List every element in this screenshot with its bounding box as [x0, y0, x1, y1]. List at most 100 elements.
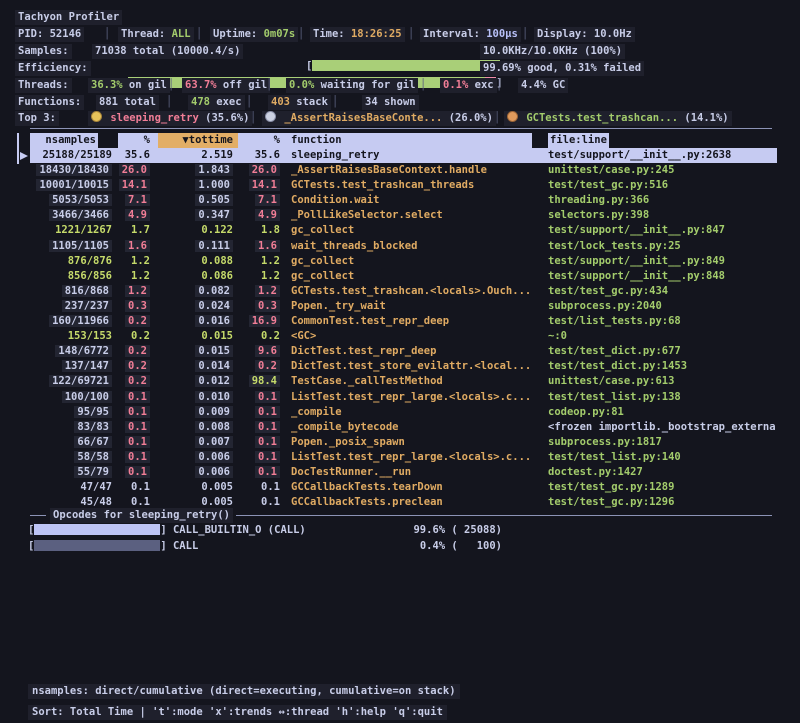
- cell-value: test/test_gc.py:434: [548, 285, 668, 297]
- top3-item: sleeping_retry (35.6%): [88, 111, 252, 126]
- cell-value: 0.505: [195, 194, 233, 206]
- table-row[interactable]: 137/1470.20.0140.2DictTest.test_store_ev…: [30, 359, 800, 374]
- cell-value: 45/48: [80, 496, 112, 508]
- opcode-pct: 99.6% ( 25088): [380, 523, 502, 538]
- medal-silver-icon: [265, 111, 276, 122]
- cell-value: unittest/case.py:245: [548, 164, 674, 176]
- status-uptime: Uptime: 0m07s: [210, 27, 298, 42]
- table-row[interactable]: 18430/1843026.01.84326.0_AssertRaisesBas…: [30, 163, 800, 178]
- cell-value: gc_collect: [291, 224, 354, 236]
- efficiency-line: Efficiency: [] 99.69% good, 0.31% failed: [0, 61, 800, 76]
- cell-value: 0.006: [195, 451, 233, 463]
- table-row[interactable]: 237/2370.30.0240.3Popen._try_waitsubproc…: [30, 299, 800, 314]
- column-nsamples[interactable]: nsamples: [30, 133, 98, 148]
- table-row[interactable]: 122/697210.20.01298.4TestCase._callTestM…: [30, 374, 800, 389]
- cell-value: 0.005: [201, 481, 233, 493]
- cell-value: 856/856: [68, 270, 112, 282]
- table-row[interactable]: 55/790.10.0060.1DocTestRunner.__rundocte…: [30, 465, 800, 480]
- cell-value: sleeping_retry: [291, 149, 380, 161]
- table-row[interactable]: 148/67720.20.0159.6DictTest.test_repr_de…: [30, 344, 800, 359]
- cell-value: 0.1: [125, 436, 150, 448]
- table-row[interactable]: 47/470.10.0050.1GCCallbackTests.tearDown…: [30, 480, 800, 495]
- cell-value: 0.010: [195, 391, 233, 403]
- top3-item: _AssertRaisesBaseConte... (26.0%): [262, 111, 496, 126]
- table-row[interactable]: 1221/12671.70.1221.8gc_collecttest/suppo…: [30, 223, 800, 238]
- cell-value: 0.012: [195, 375, 233, 387]
- cell-value: 0.1: [131, 496, 150, 508]
- footer-keybindings: Sort: Total Time | 't':mode 'x':trends ↔…: [28, 705, 447, 720]
- cell-value: <frozen importlib._bootstrap_externa: [548, 421, 776, 433]
- separator: │: [168, 78, 174, 93]
- cell-value: 66/67: [74, 436, 112, 448]
- functions-label: Functions:: [15, 95, 84, 110]
- cell-value: GCTests.test_trashcan.<locals>.Ouch...: [291, 285, 531, 297]
- separator: │: [196, 27, 202, 42]
- table-row[interactable]: 10001/1001514.11.00014.1GCTests.test_tra…: [30, 178, 800, 193]
- separator: │: [104, 27, 110, 42]
- table-row[interactable]: 160/119660.20.01616.9CommonTest.test_rep…: [30, 314, 800, 329]
- selected-row-arrow-icon: [20, 152, 28, 160]
- cell-value: 0.016: [195, 315, 233, 327]
- table-row[interactable]: 3466/34664.90.3474.9_PollLikeSelector.se…: [30, 208, 800, 223]
- table-row[interactable]: 1105/11051.60.1111.6wait_threads_blocked…: [30, 239, 800, 254]
- opcodes-divider-left: [30, 515, 46, 516]
- cell-value: Popen._posix_spawn: [291, 436, 405, 448]
- cell-value: 18430/18430: [36, 164, 112, 176]
- cell-value: 16.9: [249, 315, 280, 327]
- cell-value: 0.015: [195, 345, 233, 357]
- table-row[interactable]: 58/580.10.0060.1ListTest.test_repr_large…: [30, 450, 800, 465]
- table-row[interactable]: 816/8681.20.0821.2GCTests.test_trashcan.…: [30, 284, 800, 299]
- table-row[interactable]: 876/8761.20.0881.2gc_collecttest/support…: [30, 254, 800, 269]
- cell-value: 1.2: [131, 255, 150, 267]
- table-row[interactable]: 95/950.10.0090.1_compilecodeop.py:81: [30, 405, 800, 420]
- table-row[interactable]: 5053/50537.10.5057.1Condition.waitthread…: [30, 193, 800, 208]
- cell-value: ListTest.test_repr_large.<locals>.c...: [291, 451, 531, 463]
- cell-value: 0.2: [255, 360, 280, 372]
- cell-value: 100/100: [62, 391, 112, 403]
- cell-value: doctest.py:1427: [548, 466, 643, 478]
- cell-value: 0.2: [125, 360, 150, 372]
- cell-value: 95/95: [74, 406, 112, 418]
- cell-value: 0.122: [201, 224, 233, 236]
- cell-value: 1221/1267: [55, 224, 112, 236]
- selection-bar: [17, 133, 19, 164]
- cell-value: 0.008: [195, 421, 233, 433]
- cell-value: _PollLikeSelector.select: [291, 209, 443, 221]
- column-file-line[interactable]: file:line: [548, 133, 609, 148]
- cell-value: 0.1: [255, 466, 280, 478]
- table-row[interactable]: 100/1000.10.0100.1ListTest.test_repr_lar…: [30, 390, 800, 405]
- cell-value: 122/69721: [49, 375, 112, 387]
- opcodes-title: Opcodes for sleeping_retry(): [50, 508, 233, 523]
- cell-value: 0.3: [125, 300, 150, 312]
- cell-value: 4.9: [255, 209, 280, 221]
- table-header: nsamples % ▼tottime % function file:line: [30, 133, 800, 148]
- table-row[interactable]: 153/1530.20.0150.2<GC>~:0: [30, 329, 800, 344]
- footer-help-nsamples: nsamples: direct/cumulative (direct=exec…: [28, 684, 460, 699]
- cell-value: 98.4: [249, 375, 280, 387]
- cell-value: _compile: [291, 406, 342, 418]
- cell-value: 1.6: [125, 240, 150, 252]
- table-row[interactable]: 856/8561.20.0861.2gc_collecttest/support…: [30, 269, 800, 284]
- table-row[interactable]: 66/670.10.0070.1Popen._posix_spawnsubpro…: [30, 435, 800, 450]
- status-interval: Interval: 100μs: [420, 27, 521, 42]
- cell-value: 0.347: [195, 209, 233, 221]
- cell-value: _AssertRaisesBaseContext.handle: [291, 164, 487, 176]
- header-divider: [30, 128, 772, 129]
- cell-value: <GC>: [291, 330, 316, 342]
- table-row[interactable]: 25188/2518935.62.51935.6sleeping_retryte…: [30, 148, 800, 163]
- column-pct-direct[interactable]: %: [118, 133, 158, 148]
- threads-line-item: 0.1% exc: [440, 78, 497, 93]
- cell-value: test/support/__init__.py:848: [548, 270, 725, 282]
- page-title: Tachyon Profiler: [15, 10, 122, 25]
- functions-line-item: 478 exec: [188, 95, 245, 110]
- threads-line: Threads: 36.3% on gil63.7% off gil0.0% w…: [0, 78, 800, 93]
- top3-label: Top 3:: [15, 111, 59, 126]
- cell-value: 0.2: [131, 330, 150, 342]
- threads-line-item: 36.3% on gil: [88, 78, 170, 93]
- cell-value: 1.6: [255, 240, 280, 252]
- column-tottime-sorted[interactable]: ▼tottime: [158, 133, 238, 148]
- table-row[interactable]: 83/830.10.0080.1_compile_bytecode<frozen…: [30, 420, 800, 435]
- column-pct-cumulative[interactable]: %: [238, 133, 286, 148]
- column-function[interactable]: function: [286, 133, 532, 148]
- cell-value: test/test_gc.py:1296: [548, 496, 674, 508]
